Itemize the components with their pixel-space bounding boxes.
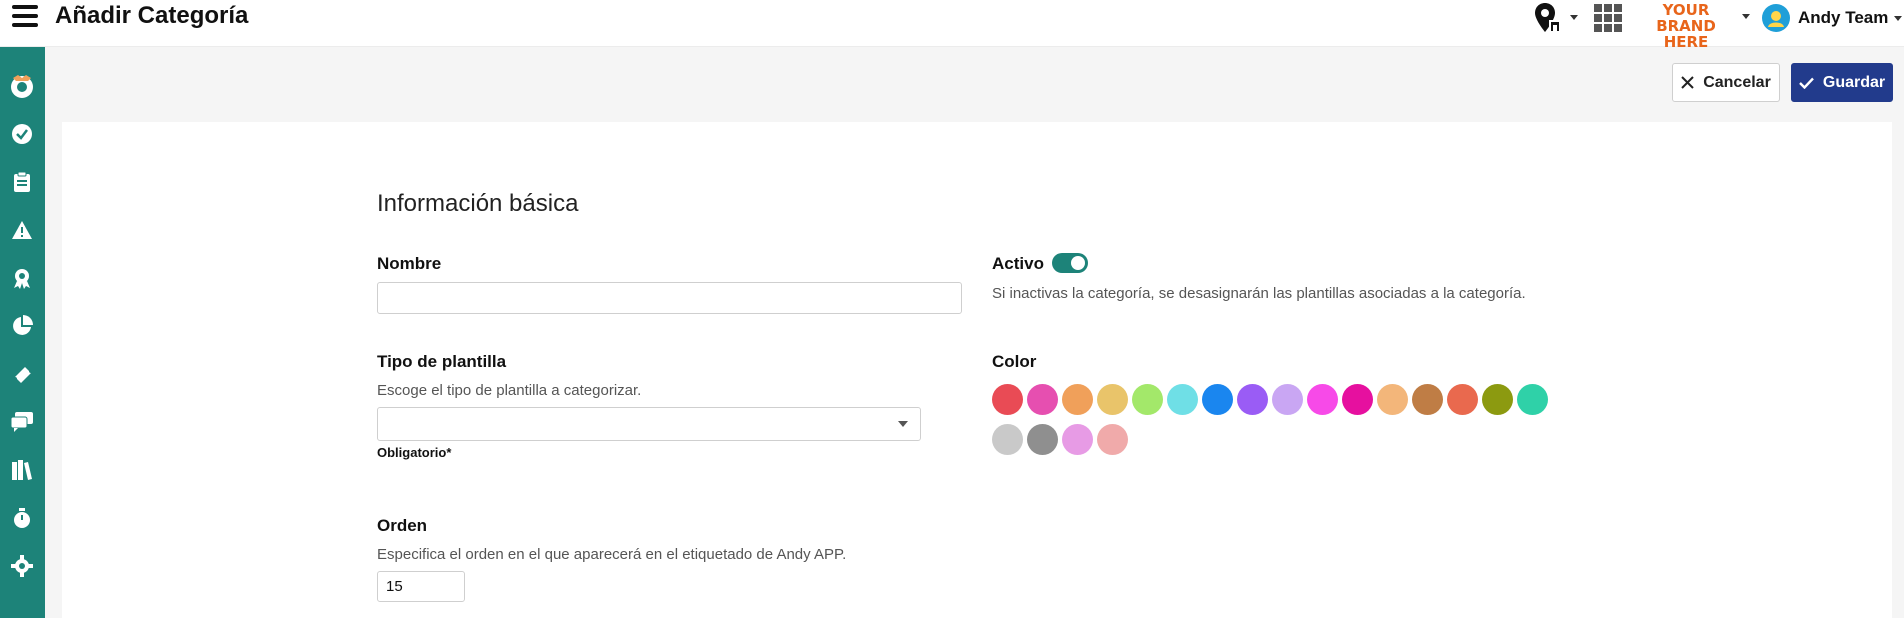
color-swatch[interactable] — [1167, 384, 1198, 415]
save-button[interactable]: Guardar — [1791, 63, 1893, 102]
page-title: Añadir Categoría — [55, 2, 249, 29]
sidebar-item-timers[interactable] — [8, 504, 36, 532]
color-swatch[interactable] — [1412, 384, 1443, 415]
user-name: Andy Team — [1798, 8, 1889, 27]
sidebar-item-settings[interactable] — [8, 552, 36, 580]
color-swatch[interactable] — [1097, 384, 1128, 415]
section-title: Información básica — [377, 190, 579, 217]
sidebar-item-library[interactable] — [8, 456, 36, 484]
ticket-icon — [15, 367, 31, 383]
checkmark-icon — [1799, 77, 1814, 89]
menu-icon[interactable] — [12, 5, 38, 29]
active-hint: Si inactivas la categoría, se desasignar… — [992, 285, 1526, 302]
name-input[interactable] — [377, 282, 962, 314]
color-swatch[interactable] — [1482, 384, 1513, 415]
template-type-label: Tipo de plantilla — [377, 352, 507, 371]
template-type-select[interactable] — [377, 407, 921, 441]
active-toggle[interactable] — [1052, 253, 1088, 273]
form-card — [62, 122, 1892, 618]
library-icon — [12, 460, 32, 480]
name-label: Nombre — [377, 254, 442, 273]
apps-grid-icon[interactable] — [1594, 4, 1622, 37]
avatar-icon — [1768, 11, 1784, 27]
color-swatch[interactable] — [1097, 424, 1128, 455]
sidebar-item-tasks[interactable] — [8, 120, 36, 148]
top-bar: Añadir Categoría YOUR BRAND HERE Andy Te… — [0, 0, 1904, 51]
pie-chart-icon — [13, 315, 33, 335]
sidebar-item-checklists[interactable] — [8, 168, 36, 196]
brand-dropdown-icon[interactable] — [1742, 14, 1750, 19]
settings-icon — [11, 555, 33, 577]
clipboard-icon — [14, 171, 30, 192]
avatar — [1762, 4, 1790, 32]
user-menu[interactable]: Andy Team — [1762, 3, 1903, 33]
cancel-label: Cancelar — [1703, 73, 1771, 91]
color-swatch[interactable] — [1307, 384, 1338, 415]
stopwatch-icon — [14, 508, 30, 528]
close-icon — [1681, 76, 1694, 89]
color-swatch[interactable] — [1062, 424, 1093, 455]
color-swatch[interactable] — [1237, 384, 1268, 415]
color-swatch[interactable] — [1027, 424, 1058, 455]
warning-icon — [12, 221, 32, 239]
color-swatch[interactable] — [1062, 384, 1093, 415]
color-swatch[interactable] — [992, 384, 1023, 415]
color-swatch[interactable] — [1447, 384, 1478, 415]
sidebar-item-reports[interactable] — [8, 312, 36, 340]
sidebar — [0, 47, 45, 618]
cancel-button[interactable]: Cancelar — [1672, 63, 1780, 102]
order-input[interactable] — [377, 571, 465, 602]
order-hint: Especifica el orden en el que aparecerá … — [377, 546, 847, 563]
check-circle-icon — [12, 124, 32, 144]
color-swatch[interactable] — [1272, 384, 1303, 415]
save-label: Guardar — [1822, 73, 1886, 91]
active-label: Activo — [992, 254, 1044, 273]
sidebar-item-incidents[interactable] — [8, 216, 36, 244]
location-pin-icon — [1535, 3, 1561, 32]
sidebar-item-profile[interactable] — [8, 72, 36, 100]
color-swatch[interactable] — [1202, 384, 1233, 415]
required-note: Obligatorio* — [377, 445, 452, 460]
chevron-down-icon — [1894, 15, 1903, 21]
sidebar-item-tickets[interactable] — [8, 360, 36, 388]
location-dropdown[interactable] — [1534, 2, 1578, 39]
profile-icon — [11, 75, 33, 98]
sidebar-item-messages[interactable] — [8, 408, 36, 436]
brand-logo: YOUR BRAND HERE — [1656, 1, 1716, 51]
color-swatch[interactable] — [1377, 384, 1408, 415]
color-label: Color — [992, 352, 1037, 371]
color-swatch[interactable] — [1342, 384, 1373, 415]
color-swatch[interactable] — [992, 424, 1023, 455]
color-swatch[interactable] — [1132, 384, 1163, 415]
award-icon — [14, 269, 30, 289]
toggle-knob — [1071, 256, 1085, 270]
color-swatch[interactable] — [1517, 384, 1548, 415]
chat-icon — [10, 412, 33, 432]
template-type-hint: Escoge el tipo de plantilla a categoriza… — [377, 382, 642, 399]
sidebar-item-awards[interactable] — [8, 264, 36, 292]
color-swatch[interactable] — [1027, 384, 1058, 415]
order-label: Orden — [377, 516, 428, 535]
chevron-down-icon — [898, 421, 908, 427]
